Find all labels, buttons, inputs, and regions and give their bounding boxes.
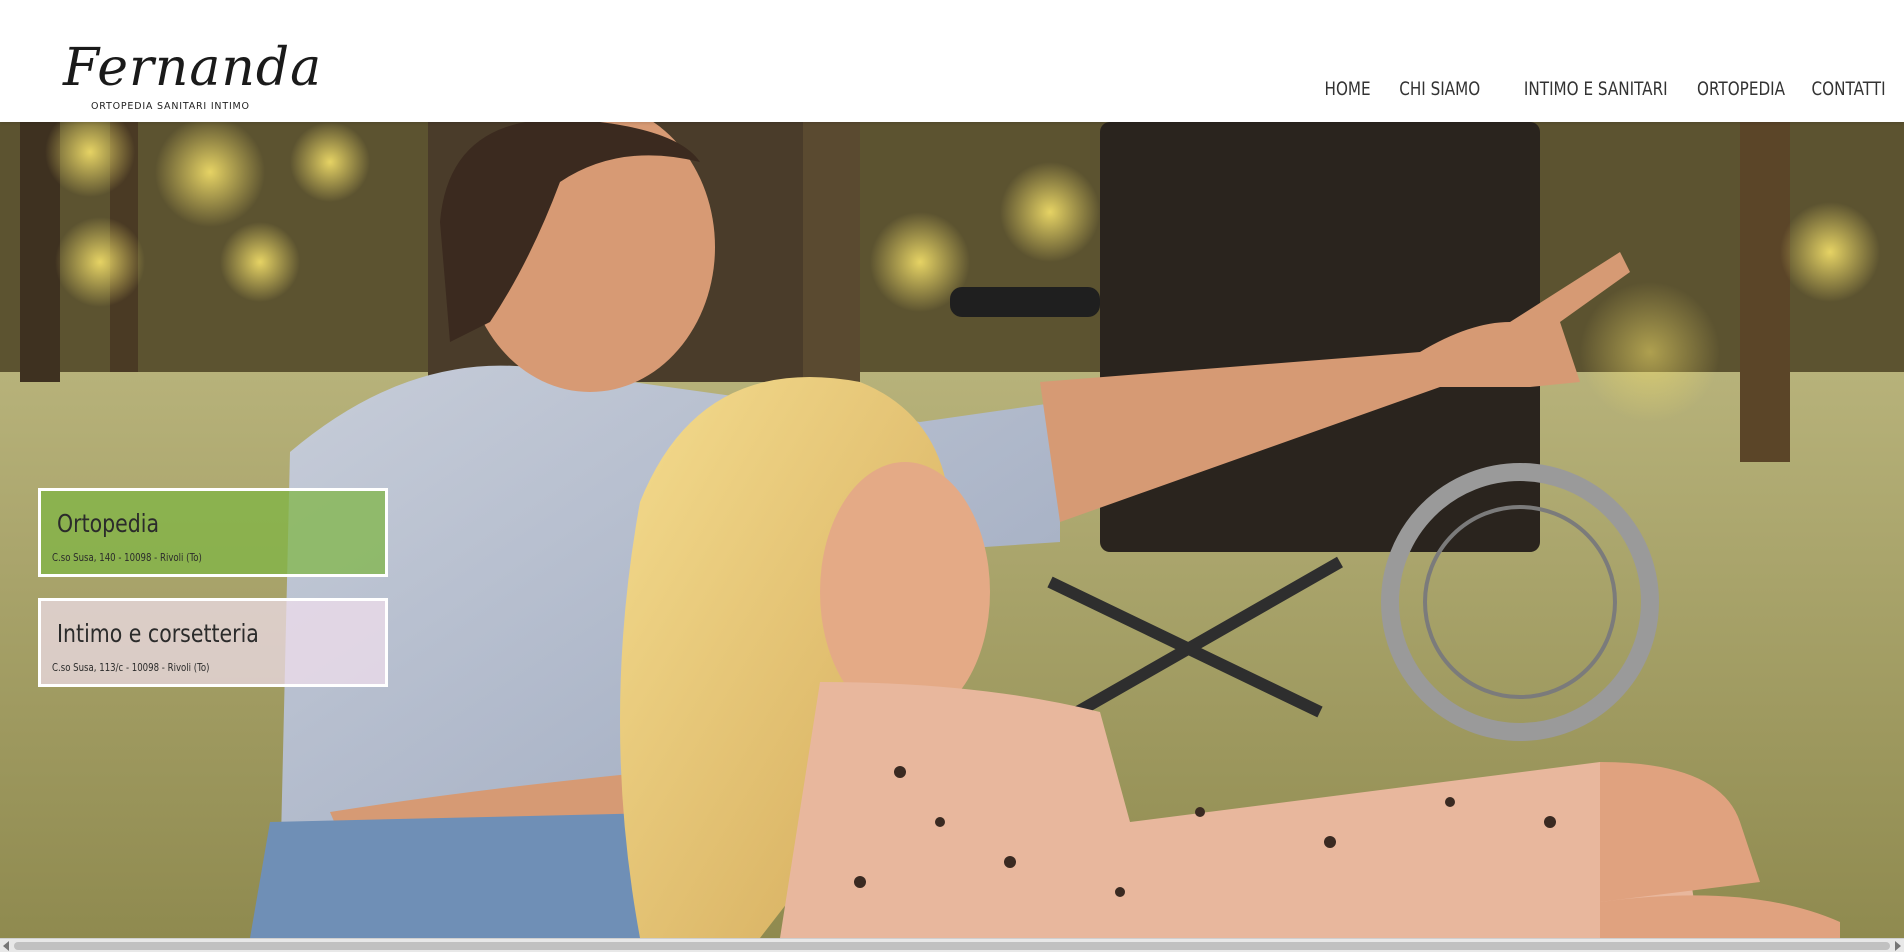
- scrollbar-thumb[interactable]: [14, 942, 1890, 950]
- page: Fernanda ORTOPEDIA SANITARI INTIMO HOME …: [0, 0, 1904, 952]
- logo-name: Fernanda: [63, 38, 323, 98]
- scroll-right-arrow-icon[interactable]: [1895, 941, 1901, 951]
- nav-home[interactable]: HOME: [1324, 78, 1370, 100]
- nav-intimo-e-sanitari[interactable]: INTIMO E SANITARI: [1524, 78, 1668, 100]
- box-ortopedia[interactable]: Ortopedia C.so Susa, 140 - 10098 - Rivol…: [38, 488, 388, 577]
- box-intimo-title: Intimo e corsetteria: [57, 619, 259, 648]
- scroll-left-arrow-icon[interactable]: [3, 941, 9, 951]
- horizontal-scrollbar[interactable]: [0, 938, 1904, 952]
- nav-contatti[interactable]: CONTATTI: [1812, 78, 1886, 100]
- site-header: Fernanda ORTOPEDIA SANITARI INTIMO HOME …: [0, 0, 1904, 122]
- box-ortopedia-address: C.so Susa, 140 - 10098 - Rivoli (To): [52, 551, 202, 564]
- box-intimo-address: C.so Susa, 113/c - 10098 - Rivoli (To): [52, 661, 210, 674]
- site-logo[interactable]: Fernanda ORTOPEDIA SANITARI INTIMO: [63, 38, 321, 116]
- hero-image: Ortopedia C.so Susa, 140 - 10098 - Rivol…: [0, 122, 1904, 938]
- logo-tagline: ORTOPEDIA SANITARI INTIMO: [91, 101, 250, 112]
- nav-chi-siamo[interactable]: CHI SIAMO: [1399, 78, 1480, 100]
- nav-ortopedia[interactable]: ORTOPEDIA: [1697, 78, 1785, 100]
- box-ortopedia-title: Ortopedia: [57, 509, 160, 538]
- box-intimo[interactable]: Intimo e corsetteria C.so Susa, 113/c - …: [38, 598, 388, 687]
- main-nav: HOME CHI SIAMO INTIMO E SANITARI ORTOPED…: [1324, 78, 1886, 100]
